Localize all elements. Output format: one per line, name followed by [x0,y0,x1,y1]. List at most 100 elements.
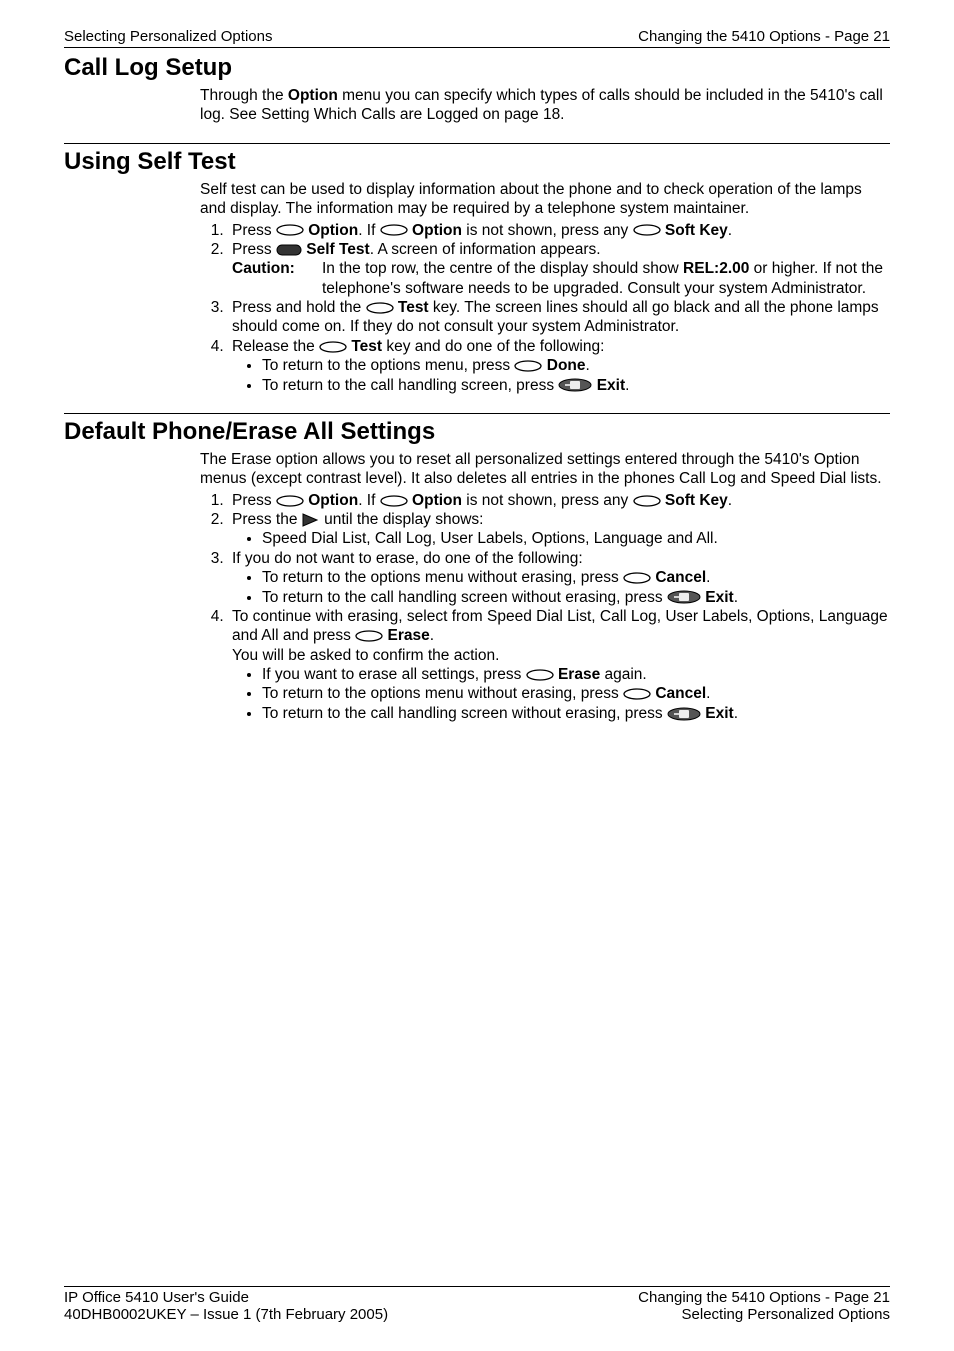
footer-right-1: Changing the 5410 Options - Page 21 [638,1289,890,1306]
bullet-exit: To return to the call handling screen wi… [262,588,890,607]
footer-left-1: IP Office 5410 User's Guide [64,1289,249,1306]
option-label: Option [412,492,462,509]
softkey-icon [380,495,408,507]
text: You will be asked to confirm the action. [232,647,499,664]
exit-label: Exit [705,705,733,722]
section-call-log-setup-title: Call Log Setup [64,54,890,82]
softkey-icon [526,669,554,681]
text: is not shown, press any [462,492,633,509]
bullet-exit: To return to the call handling screen wi… [262,704,890,723]
text: . [728,492,732,509]
step-3: Press and hold the Test key. The screen … [228,298,890,337]
step4-bullets: To return to the options menu, press Don… [232,356,890,395]
text: . [728,222,732,239]
text: Press and hold the [232,299,366,316]
text: To return to the call handling screen wi… [262,705,667,722]
step3-bullets: To return to the options menu without er… [232,568,890,607]
section-default-erase-body: The Erase option allows you to reset all… [200,450,890,723]
softkey-icon [514,360,542,372]
text: . If [358,492,380,509]
text: again. [600,666,647,683]
test-label: Test [398,299,429,316]
footer-line-2: 40DHB0002UKEY – Issue 1 (7th February 20… [64,1306,890,1323]
option-label: Option [288,87,338,104]
rel-label: REL:2.00 [683,260,749,277]
step2-bullets: Speed Dial List, Call Log, User Labels, … [232,529,890,548]
softkey-label: Soft Key [665,492,728,509]
bullet-exit: To return to the call handling screen, p… [262,376,890,395]
text: . [734,589,738,606]
option-label: Option [412,222,462,239]
call-log-setup-para: Through the Option menu you can specify … [200,86,890,125]
caution: Caution: In the top row, the centre of t… [232,259,890,298]
cancel-label: Cancel [655,569,706,586]
default-erase-steps: Press Option. If Option is not shown, pr… [200,491,890,724]
done-label: Done [547,357,586,374]
text: Press [232,222,276,239]
footer-right-2: Selecting Personalized Options [682,1306,890,1323]
text: . [734,705,738,722]
step-4: Release the Test key and do one of the f… [228,337,890,395]
test-label: Test [351,338,382,355]
step-2: Press the until the display shows: Speed… [228,510,890,549]
section-self-test-body: Self test can be used to display informa… [200,180,890,395]
section-default-erase-title: Default Phone/Erase All Settings [64,418,890,446]
text: To return to the call handling screen wi… [262,589,667,606]
caution-text: In the top row, the centre of the displa… [322,259,890,298]
text: . [430,627,434,644]
text: . [706,685,710,702]
softkey-icon [276,495,304,507]
text: To return to the options menu without er… [262,569,623,586]
exit-key-icon [667,707,701,721]
footer-line-1: IP Office 5410 User's Guide Changing the… [64,1289,890,1306]
self-test-intro: Self test can be used to display informa… [200,180,890,219]
bullet-cancel: To return to the options menu without er… [262,684,890,703]
section-rule [64,143,890,144]
text: . [586,357,590,374]
header-left: Selecting Personalized Options [64,28,272,45]
bullet-done: To return to the options menu, press Don… [262,356,890,375]
exit-key-icon [558,378,592,392]
step-3: If you do not want to erase, do one of t… [228,549,890,607]
step-1: Press Option. If Option is not shown, pr… [228,491,890,510]
section-call-log-setup-body: Through the Option menu you can specify … [200,86,890,125]
text: key and do one of the following: [382,338,604,355]
step-4: To continue with erasing, select from Sp… [228,607,890,723]
step4-bullets: If you want to erase all settings, press… [232,665,890,723]
footer-rule [64,1286,890,1287]
text: . A screen of information appears. [370,241,601,258]
text: To return to the call handling screen, p… [262,377,558,394]
nav-right-icon [302,513,320,527]
cancel-label: Cancel [655,685,706,702]
section-rule [64,413,890,414]
text: . [625,377,629,394]
text: To return to the options menu, press [262,357,514,374]
option-label: Option [308,492,358,509]
exit-label: Exit [597,377,625,394]
text: In the top row, the centre of the displa… [322,260,683,277]
footer-left-2: 40DHB0002UKEY – Issue 1 (7th February 20… [64,1306,388,1323]
softkey-label: Soft Key [665,222,728,239]
text: To return to the options menu without er… [262,685,623,702]
text: If you do not want to erase, do one of t… [232,550,583,567]
option-label: Option [308,222,358,239]
step-2: Press Self Test. A screen of information… [228,240,890,298]
text: . [706,569,710,586]
page-header: Selecting Personalized Options Changing … [64,28,890,45]
self-test-label: Self Test [306,241,369,258]
text: Release the [232,338,319,355]
exit-label: Exit [705,589,733,606]
default-erase-intro: The Erase option allows you to reset all… [200,450,890,489]
softkey-icon [380,224,408,236]
softkey-icon [366,302,394,314]
exit-key-icon [667,590,701,604]
bullet-erase-again: If you want to erase all settings, press… [262,665,890,684]
erase-label: Erase [388,627,430,644]
softkey-icon [319,341,347,353]
section-self-test-title: Using Self Test [64,148,890,176]
erase-label: Erase [558,666,600,683]
step-1: Press Option. If Option is not shown, pr… [228,221,890,240]
text: Press the [232,511,302,528]
text: If you want to erase all settings, press [262,666,526,683]
header-right: Changing the 5410 Options - Page 21 [638,28,890,45]
